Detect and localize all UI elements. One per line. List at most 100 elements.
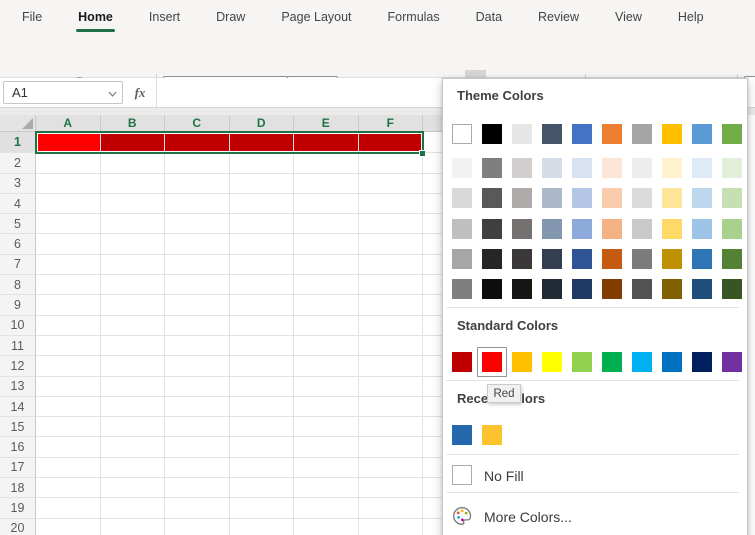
cell-D13[interactable]	[230, 377, 295, 397]
theme-color-variant-swatch[interactable]	[692, 279, 712, 299]
theme-color-swatch[interactable]	[602, 124, 622, 144]
cell-D16[interactable]	[230, 437, 295, 457]
standard-color-swatch[interactable]	[662, 352, 682, 372]
cell-C17[interactable]	[165, 458, 230, 478]
cell-F14[interactable]	[359, 397, 424, 417]
insert-function-button[interactable]: fx	[128, 81, 152, 104]
cell-A19[interactable]	[36, 498, 101, 518]
cell-C10[interactable]	[165, 316, 230, 336]
cell-A10[interactable]	[36, 316, 101, 336]
theme-color-variant-swatch[interactable]	[542, 188, 562, 208]
row-header-13[interactable]: 13	[0, 377, 36, 397]
theme-color-variant-swatch[interactable]	[572, 188, 592, 208]
cell-E9[interactable]	[294, 295, 359, 315]
theme-color-swatch[interactable]	[692, 124, 712, 144]
theme-color-swatch[interactable]	[572, 124, 592, 144]
column-header-B[interactable]: B	[101, 115, 166, 132]
cell-D2[interactable]	[230, 153, 295, 173]
theme-color-variant-swatch[interactable]	[602, 188, 622, 208]
row-header-17[interactable]: 17	[0, 458, 36, 478]
cell-A2[interactable]	[36, 153, 101, 173]
cell-A11[interactable]	[36, 336, 101, 356]
theme-color-variant-swatch[interactable]	[632, 219, 652, 239]
theme-color-variant-swatch[interactable]	[662, 158, 682, 178]
cell-A15[interactable]	[36, 417, 101, 437]
theme-color-variant-swatch[interactable]	[512, 249, 532, 269]
cell-B11[interactable]	[101, 336, 166, 356]
cell-F15[interactable]	[359, 417, 424, 437]
cell-B10[interactable]	[101, 316, 166, 336]
cell-B15[interactable]	[101, 417, 166, 437]
theme-color-variant-swatch[interactable]	[722, 279, 742, 299]
cell-B8[interactable]	[101, 275, 166, 295]
row-header-16[interactable]: 16	[0, 437, 36, 457]
cell-F11[interactable]	[359, 336, 424, 356]
cell-C6[interactable]	[165, 234, 230, 254]
column-header-E[interactable]: E	[294, 115, 359, 132]
theme-color-variant-swatch[interactable]	[632, 249, 652, 269]
tab-review[interactable]: Review	[538, 0, 579, 33]
theme-color-variant-swatch[interactable]	[602, 249, 622, 269]
row-header-9[interactable]: 9	[0, 295, 36, 315]
theme-color-swatch[interactable]	[452, 124, 472, 144]
cell-A5[interactable]	[36, 214, 101, 234]
theme-color-variant-swatch[interactable]	[482, 158, 502, 178]
recent-color-swatch[interactable]	[452, 425, 472, 445]
row-header-18[interactable]: 18	[0, 478, 36, 498]
standard-color-swatch[interactable]	[482, 352, 502, 372]
cell-B16[interactable]	[101, 437, 166, 457]
theme-color-variant-swatch[interactable]	[722, 249, 742, 269]
recent-color-swatch[interactable]	[482, 425, 502, 445]
tab-file[interactable]: File	[22, 0, 42, 33]
theme-color-swatch[interactable]	[632, 124, 652, 144]
standard-color-swatch[interactable]	[572, 352, 592, 372]
cell-C20[interactable]	[165, 519, 230, 535]
cell-E6[interactable]	[294, 234, 359, 254]
cell-F12[interactable]	[359, 356, 424, 376]
theme-color-variant-swatch[interactable]	[452, 158, 472, 178]
select-all-corner[interactable]	[0, 115, 36, 132]
theme-color-variant-swatch[interactable]	[662, 219, 682, 239]
cell-A7[interactable]	[36, 255, 101, 275]
theme-color-variant-swatch[interactable]	[512, 279, 532, 299]
row-header-4[interactable]: 4	[0, 194, 36, 214]
tab-insert[interactable]: Insert	[149, 0, 180, 33]
cell-A9[interactable]	[36, 295, 101, 315]
cell-D1[interactable]	[230, 132, 295, 153]
theme-color-variant-swatch[interactable]	[602, 219, 622, 239]
row-header-7[interactable]: 7	[0, 255, 36, 275]
standard-color-swatch[interactable]	[602, 352, 622, 372]
theme-color-variant-swatch[interactable]	[452, 219, 472, 239]
cell-A4[interactable]	[36, 194, 101, 214]
selection-fill-handle[interactable]	[419, 150, 426, 157]
theme-color-variant-swatch[interactable]	[452, 249, 472, 269]
tab-help[interactable]: Help	[678, 0, 704, 33]
cell-F6[interactable]	[359, 234, 424, 254]
theme-color-variant-swatch[interactable]	[572, 158, 592, 178]
theme-color-variant-swatch[interactable]	[512, 188, 532, 208]
cell-F4[interactable]	[359, 194, 424, 214]
row-header-10[interactable]: 10	[0, 316, 36, 336]
cell-E12[interactable]	[294, 356, 359, 376]
cell-F9[interactable]	[359, 295, 424, 315]
cell-C4[interactable]	[165, 194, 230, 214]
cell-A12[interactable]	[36, 356, 101, 376]
cell-D9[interactable]	[230, 295, 295, 315]
column-header-D[interactable]: D	[230, 115, 295, 132]
cell-C15[interactable]	[165, 417, 230, 437]
cell-E3[interactable]	[294, 174, 359, 194]
theme-color-variant-swatch[interactable]	[692, 158, 712, 178]
row-header-19[interactable]: 19	[0, 498, 36, 518]
cell-C12[interactable]	[165, 356, 230, 376]
cell-F16[interactable]	[359, 437, 424, 457]
tab-draw[interactable]: Draw	[216, 0, 245, 33]
cell-D3[interactable]	[230, 174, 295, 194]
cell-F18[interactable]	[359, 478, 424, 498]
cell-A6[interactable]	[36, 234, 101, 254]
cell-D5[interactable]	[230, 214, 295, 234]
theme-color-variant-swatch[interactable]	[482, 219, 502, 239]
theme-color-variant-swatch[interactable]	[452, 279, 472, 299]
cell-A20[interactable]	[36, 519, 101, 535]
tab-page-layout[interactable]: Page Layout	[281, 0, 351, 33]
theme-color-variant-swatch[interactable]	[632, 158, 652, 178]
